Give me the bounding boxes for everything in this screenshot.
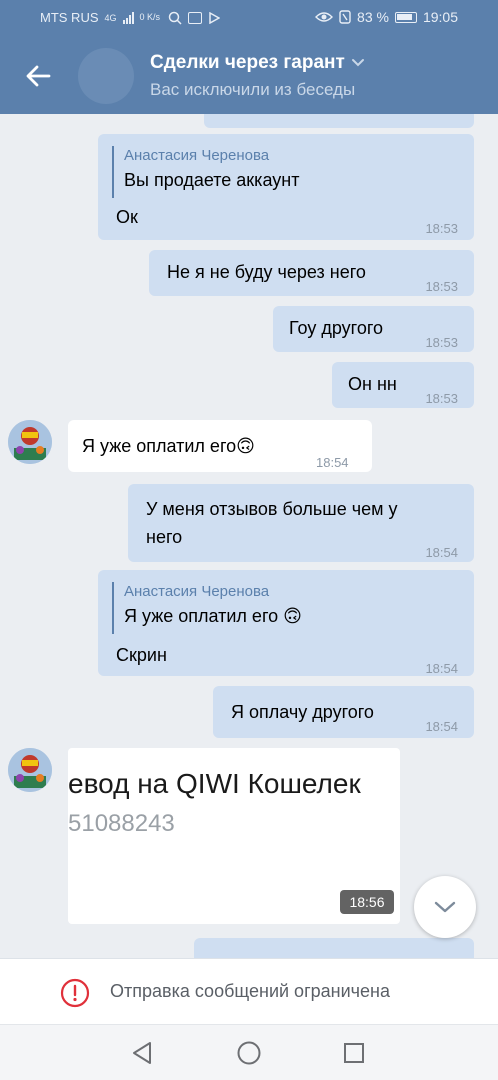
- game-avatar-icon: [8, 748, 52, 792]
- message-text: Ок: [116, 207, 138, 227]
- back-button[interactable]: [18, 58, 58, 94]
- quote-text: Вы продаете аккаунт: [124, 170, 300, 190]
- message-bubble[interactable]: Я уже оплатил его🙃 18:54: [68, 420, 372, 472]
- message-bubble-partial: [194, 938, 474, 958]
- message-text: Не я не буду через него: [167, 262, 366, 282]
- message-bubble[interactable]: Анастасия Черенова Я уже оплатил его 🙃 С…: [98, 570, 474, 676]
- alert-circle-icon: [60, 978, 90, 1008]
- sender-avatar[interactable]: [8, 420, 52, 464]
- message-feed[interactable]: Анастасия Черенова Вы продаете аккаунт О…: [0, 114, 498, 958]
- chevron-down-icon: [351, 59, 364, 67]
- message-text: Я оплачу другого: [231, 702, 374, 722]
- message-text-content: Я уже оплатил его: [82, 436, 237, 456]
- eye-icon: [315, 12, 334, 22]
- scroll-down-button[interactable]: [414, 876, 476, 938]
- battery-percent: 83 %: [357, 9, 389, 25]
- nav-home-button[interactable]: [235, 1039, 263, 1067]
- quote-text: Я уже оплатил его 🙃: [124, 602, 302, 630]
- network-type: 4G: [104, 12, 117, 23]
- data-speed: 0 K/s: [139, 12, 161, 22]
- message-time: 18:53: [425, 279, 458, 294]
- triangle-back-icon: [133, 1042, 151, 1064]
- message-bubble[interactable]: Анастасия Черенова Вы продаете аккаунт О…: [98, 134, 474, 240]
- nav-back-button[interactable]: [128, 1039, 156, 1067]
- chat-title[interactable]: Сделки через гарант: [150, 52, 365, 74]
- nav-recents-button[interactable]: [340, 1039, 368, 1067]
- emoji: 🙃: [236, 436, 255, 456]
- message-bubble[interactable]: У меня отзывов больше чем у него 18:54: [128, 484, 474, 562]
- message-time: 18:53: [425, 335, 458, 350]
- carrier-label: MTS RUS: [40, 10, 99, 25]
- sender-avatar[interactable]: [8, 748, 52, 792]
- game-avatar-icon: [8, 420, 52, 464]
- message-bubble[interactable]: Я оплачу другого 18:54: [213, 686, 474, 738]
- chat-subtitle: Вас исключили из беседы: [150, 80, 356, 99]
- message-time: 18:54: [425, 719, 458, 734]
- square-recents-icon: [344, 1043, 364, 1063]
- chat-avatar[interactable]: [78, 48, 134, 104]
- battery-icon: [394, 11, 417, 23]
- gallery-icon: [187, 11, 202, 24]
- restriction-text: Отправка сообщений ограничена: [110, 981, 390, 1001]
- message-text: Гоу другого: [289, 318, 384, 338]
- system-nav-bar: [0, 1024, 498, 1080]
- message-text: Я уже оплатил его🙃: [82, 433, 255, 459]
- play-icon: [208, 11, 220, 24]
- signal-icon: [122, 11, 134, 24]
- image-attachment[interactable]: евод на QIWI Кошелек 51088243 18:56: [68, 748, 400, 924]
- message-time: 18:54: [316, 455, 349, 470]
- message-time: 18:54: [425, 661, 458, 676]
- message-text-line1: У меня отзывов больше чем у: [146, 499, 398, 519]
- emoji: 🙃: [283, 606, 302, 626]
- chevron-down-icon: [434, 901, 456, 913]
- reply-quote[interactable]: Анастасия Черенова Вы продаете аккаунт: [112, 146, 299, 198]
- image-caption-line2: 51088243: [68, 810, 175, 837]
- status-bar: MTS RUS 4G 0 K/s 83 % 19:05: [0, 0, 498, 36]
- arrow-left-icon: [26, 65, 51, 87]
- circle-home-icon: [237, 1041, 261, 1065]
- message-text-line2: него: [146, 527, 183, 547]
- quote-author: Анастасия Черенова: [124, 147, 270, 164]
- chat-title-text: Сделки через гарант: [150, 52, 345, 73]
- message-bubble[interactable]: Он нн 18:53: [332, 362, 474, 408]
- quote-author: Анастасия Черенова: [124, 583, 270, 600]
- message-bubble-partial: [204, 114, 474, 128]
- message-text: Скрин: [116, 645, 167, 665]
- message-text: Он нн: [348, 374, 397, 394]
- clock: 19:05: [422, 9, 458, 25]
- search-icon: [168, 11, 182, 25]
- message-time: 18:53: [425, 391, 458, 406]
- nfc-icon: [339, 10, 351, 24]
- message-time: 18:53: [425, 221, 458, 236]
- message-bubble[interactable]: Гоу другого 18:53: [273, 306, 474, 352]
- quote-text-content: Я уже оплатил его: [124, 606, 279, 626]
- image-caption-line1: евод на QIWI Кошелек: [68, 768, 361, 799]
- message-bubble[interactable]: Не я не буду через него 18:53: [149, 250, 474, 296]
- message-time: 18:54: [425, 545, 458, 560]
- chat-header: Сделки через гарант Вас исключили из бес…: [0, 36, 498, 114]
- image-time: 18:56: [340, 890, 394, 914]
- restriction-bar: Отправка сообщений ограничена: [0, 958, 498, 1024]
- reply-quote[interactable]: Анастасия Черенова Я уже оплатил его 🙃: [112, 582, 302, 634]
